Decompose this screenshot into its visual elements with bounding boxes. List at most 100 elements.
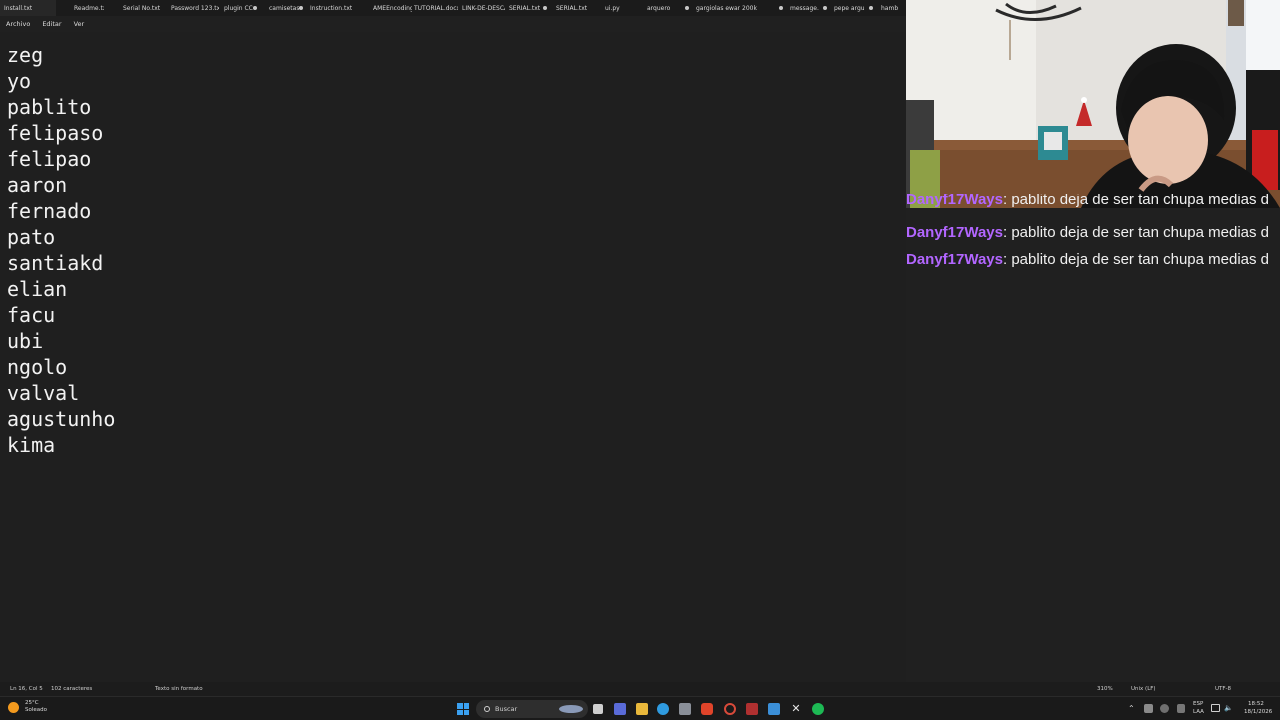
text-format[interactable]: Texto sin formato: [155, 686, 203, 692]
tab-instruction[interactable]: Instruction.txt: [308, 0, 366, 16]
tab-link-de-descarga[interactable]: LINK-DE-DESCA: [458, 0, 505, 16]
tab-label: AMEEncodingL: [373, 4, 412, 12]
tab-plugin-cc[interactable]: plugin CC: [219, 0, 262, 16]
teams-icon[interactable]: [614, 703, 626, 715]
windows-logo-pane: [457, 709, 463, 715]
editor-text: zeg yo pablito felipaso felipao aaron fe…: [7, 42, 115, 458]
chrome-icon[interactable]: [724, 703, 736, 715]
tray-cloud-icon[interactable]: [1160, 704, 1169, 713]
tab-label: Serial No.txt: [123, 4, 161, 12]
text-editor[interactable]: zeg yo pablito felipaso felipao aaron fe…: [0, 32, 906, 682]
chat-username: Danyf17Ways: [906, 251, 1003, 268]
tab-label: Readme.txt: [74, 4, 104, 12]
taskbar: 25°C Soleado Buscar ✕ ⌃ ESP LAA 🔈 18:52 …: [0, 696, 1280, 720]
tab-ui-py[interactable]: ui.py: [602, 0, 646, 16]
tab-label: arquero: [647, 4, 671, 12]
chat-message: Danyf17Ways: pablito deja de ser tan chu…: [906, 251, 1269, 268]
webcam-image: [906, 0, 1280, 208]
tab-tutorial[interactable]: TUTORIAL.docx: [412, 0, 458, 16]
menu-edit[interactable]: Editar: [42, 20, 61, 28]
unsaved-dot-icon: [685, 6, 689, 10]
menu-file[interactable]: Archivo: [6, 20, 30, 28]
tab-gargiolas[interactable]: gargiolas ewan: [694, 0, 740, 16]
network-icon[interactable]: [1211, 704, 1220, 712]
tab-serial-2[interactable]: SERIAL.txt: [552, 0, 602, 16]
tab-install[interactable]: Install.txt: [0, 0, 56, 16]
tab-message[interactable]: message.: [788, 0, 832, 16]
tab-camisetas[interactable]: camisetas: [262, 0, 308, 16]
line-ending[interactable]: Unix (LF): [1131, 686, 1156, 692]
tab-arquero[interactable]: arquero: [646, 0, 694, 16]
taskbar-search[interactable]: Buscar: [476, 700, 588, 718]
clock-time[interactable]: 18:52: [1248, 701, 1264, 707]
search-highlight-icon: [559, 705, 583, 713]
unsaved-dot-icon: [543, 6, 547, 10]
chat-overlay: Danyf17Ways: pablito deja de ser tan chu…: [906, 194, 1280, 274]
chat-username: Danyf17Ways: [906, 224, 1003, 241]
tray-usb-icon[interactable]: [1177, 704, 1185, 713]
tab-label: camisetas: [269, 4, 300, 12]
chat-text: : pablito deja de ser tan chupa medias d: [1003, 224, 1270, 241]
zoom-level[interactable]: 310%: [1097, 686, 1113, 692]
editor-line: zeg: [7, 43, 44, 67]
character-count: 102 caracteres: [51, 686, 93, 692]
unsaved-dot-icon: [823, 6, 827, 10]
editor-line: santiakd: [7, 251, 104, 275]
tab-label: hamb: [881, 4, 899, 12]
task-view-icon[interactable]: [593, 704, 603, 714]
weather-widget[interactable]: 25°C Soleado: [8, 700, 47, 714]
capcut-icon[interactable]: ✕: [790, 703, 802, 715]
keyboard-layout[interactable]: LAA: [1193, 709, 1204, 715]
language-code[interactable]: ESP: [1193, 701, 1203, 707]
tab-readme[interactable]: Readme.txt: [56, 0, 104, 16]
tray-app-icon[interactable]: [1144, 704, 1153, 713]
encoding[interactable]: UTF-8: [1215, 686, 1231, 692]
tab-password[interactable]: Password 123.txt: [170, 0, 219, 16]
windows-logo-pane: [463, 703, 469, 709]
tab-label: 200k: [742, 4, 757, 12]
media-app-icon[interactable]: [746, 703, 758, 715]
tab-serial-1[interactable]: SERIAL.txt: [505, 0, 552, 16]
tab-bar: Install.txt Readme.txt Serial No.txt Pas…: [0, 0, 906, 16]
tab-serial-no[interactable]: Serial No.txt: [104, 0, 170, 16]
tab-label: ui.py: [605, 4, 620, 12]
chat-message: Danyf17Ways: pablito deja de ser tan chu…: [906, 224, 1269, 241]
editor-line: fernado: [7, 199, 92, 223]
editor-line: facu: [7, 303, 56, 327]
tab-ameencoding[interactable]: AMEEncodingL: [366, 0, 412, 16]
edge-icon[interactable]: [657, 703, 669, 715]
start-button[interactable]: [457, 703, 469, 715]
editor-line: ubi: [7, 329, 44, 353]
menu-bar: Archivo Editar Ver: [0, 16, 906, 32]
tab-200k[interactable]: 200k: [740, 0, 788, 16]
search-placeholder: Buscar: [495, 705, 518, 713]
editor-line: pablito: [7, 95, 92, 119]
webcam-overlay: [906, 0, 1280, 208]
cursor-position[interactable]: Ln 16, Col 5: [10, 686, 43, 692]
tab-label: LINK-DE-DESCA: [462, 4, 505, 12]
file-explorer-icon[interactable]: [636, 703, 648, 715]
tab-hamb[interactable]: hamb: [878, 0, 906, 16]
tab-label: Instruction.txt: [310, 4, 353, 12]
unsaved-dot-icon: [779, 6, 783, 10]
tab-label: Password 123.txt: [171, 4, 219, 12]
status-bar: Ln 16, Col 5 102 caracteres Texto sin fo…: [0, 682, 1280, 696]
notepad-icon[interactable]: [768, 703, 780, 715]
editor-line: felipaso: [7, 121, 104, 145]
editor-line: aaron: [7, 173, 68, 197]
editor-line: valval: [7, 381, 80, 405]
tab-pepe-argu[interactable]: pepe argu: [832, 0, 878, 16]
editor-line: ngolo: [7, 355, 68, 379]
chevron-up-icon[interactable]: ⌃: [1128, 704, 1135, 713]
unsaved-dot-icon: [299, 6, 303, 10]
volume-icon[interactable]: 🔈: [1224, 704, 1233, 712]
chat-message: Danyf17Ways: pablito deja de ser tan chu…: [906, 194, 1269, 208]
brave-icon[interactable]: [701, 703, 713, 715]
editor-line: kima: [7, 433, 56, 457]
menu-view[interactable]: Ver: [74, 20, 85, 28]
clock-date[interactable]: 18/1/2026: [1244, 709, 1272, 715]
calculator-icon[interactable]: [679, 703, 691, 715]
spotify-icon[interactable]: [812, 703, 824, 715]
weather-temperature: 25°C: [25, 700, 39, 706]
tab-label: gargiolas ewan: [696, 4, 740, 12]
